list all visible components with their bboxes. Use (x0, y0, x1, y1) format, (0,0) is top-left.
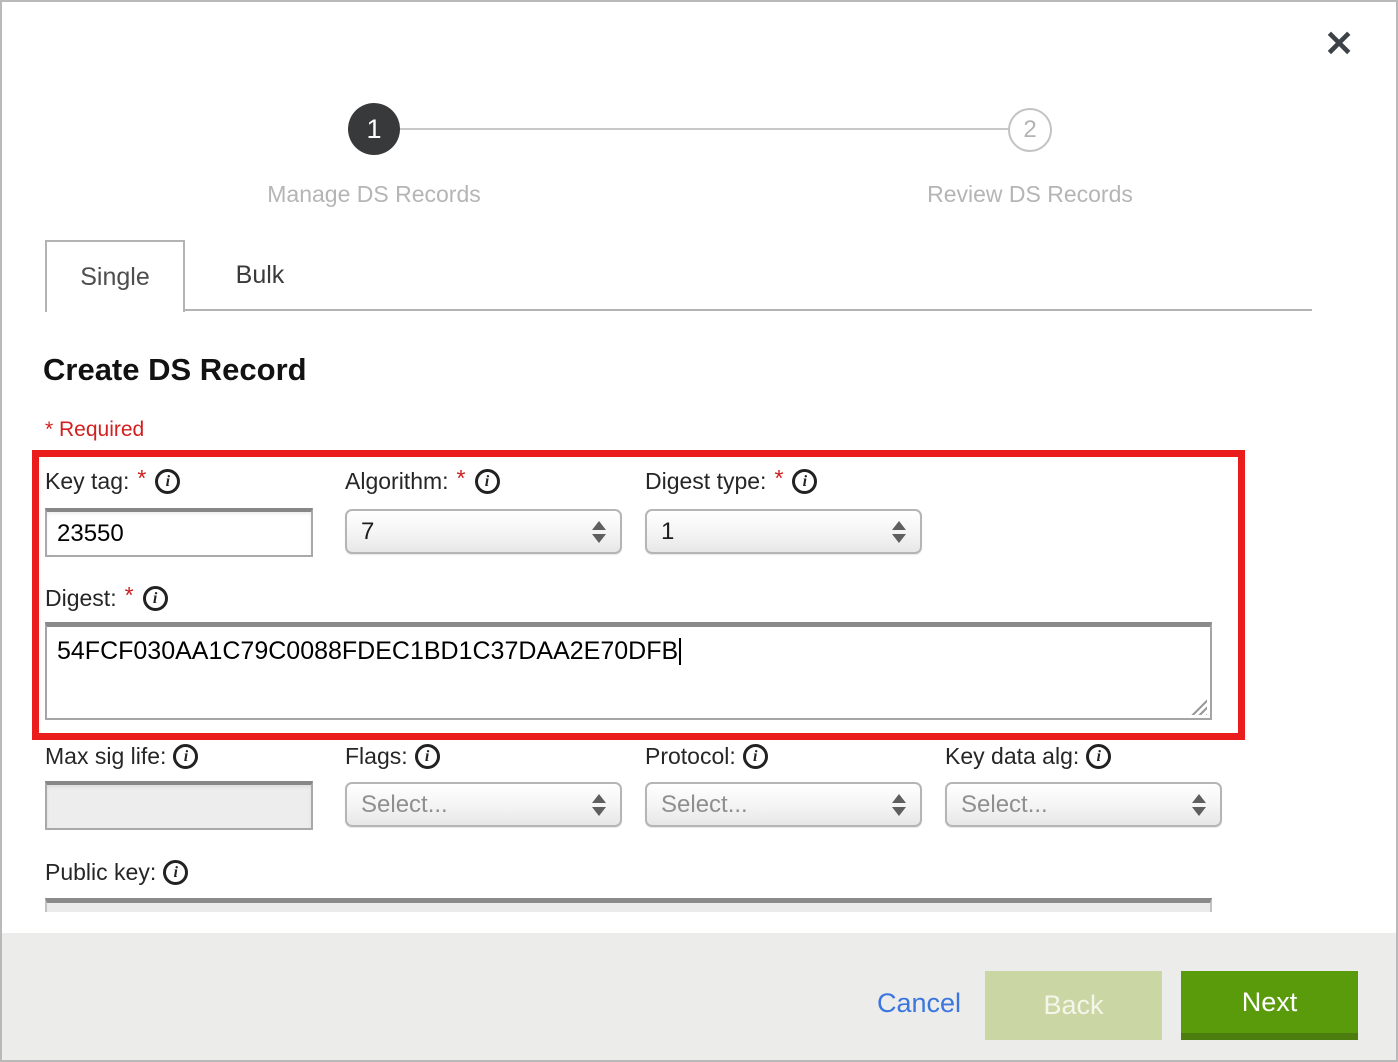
algorithm-select-value: 7 (361, 518, 592, 546)
algorithm-label-text: Algorithm: (345, 468, 449, 495)
info-icon[interactable]: i (1086, 744, 1111, 769)
select-spinner-icon (892, 794, 906, 816)
digest-type-label-text: Digest type: (645, 468, 766, 495)
key-tag-label: Key tag: * i (45, 468, 180, 495)
digest-value: 54FCF030AA1C79C0088FDEC1BD1C37DAA2E70DFB (57, 637, 678, 665)
digest-label-text: Digest: (45, 585, 117, 612)
step-2-label: Review DS Records (880, 181, 1180, 208)
key-data-alg-label: Key data alg: i (945, 743, 1111, 770)
protocol-label: Protocol: i (645, 743, 768, 770)
digest-type-select-value: 1 (661, 518, 892, 546)
info-icon-glyph: i (1097, 749, 1101, 765)
required-note: * Required (45, 418, 144, 442)
public-key-textarea[interactable] (45, 898, 1212, 912)
digest-label: Digest: * i (45, 585, 168, 612)
required-asterisk: * (457, 465, 466, 492)
info-icon-glyph: i (166, 474, 170, 490)
tab-bar-divider (185, 309, 1312, 311)
key-data-alg-select-value: Select... (961, 791, 1192, 819)
max-sig-life-label: Max sig life: i (45, 743, 198, 770)
info-icon-glyph: i (485, 474, 489, 490)
page-title: Create DS Record (43, 352, 307, 388)
public-key-label: Public key: i (45, 859, 188, 886)
algorithm-select[interactable]: 7 (345, 509, 622, 554)
flags-select-value: Select... (361, 791, 592, 819)
step-1-label: Manage DS Records (224, 181, 524, 208)
required-asterisk: * (125, 582, 134, 609)
key-tag-input[interactable] (45, 508, 313, 557)
info-icon-glyph: i (425, 749, 429, 765)
info-icon-glyph: i (153, 591, 157, 607)
digest-type-label: Digest type: * i (645, 468, 817, 495)
step-1-number: 1 (366, 114, 381, 145)
public-key-label-text: Public key: (45, 859, 156, 886)
info-icon[interactable]: i (143, 586, 168, 611)
back-button: Back (985, 971, 1162, 1040)
digest-textarea[interactable]: 54FCF030AA1C79C0088FDEC1BD1C37DAA2E70DFB (45, 622, 1212, 720)
info-icon[interactable]: i (743, 744, 768, 769)
tab-bulk-label: Bulk (236, 261, 285, 290)
stepper-step-1: 1 (348, 103, 400, 155)
select-spinner-icon (892, 521, 906, 543)
info-icon-glyph: i (753, 749, 757, 765)
required-asterisk: * (774, 465, 783, 492)
max-sig-life-label-text: Max sig life: (45, 743, 166, 770)
info-icon-glyph: i (184, 749, 188, 765)
step-2-number: 2 (1023, 116, 1036, 144)
tab-single-label: Single (80, 263, 150, 292)
info-icon-glyph: i (173, 865, 177, 881)
flags-select[interactable]: Select... (345, 782, 622, 827)
tab-single[interactable]: Single (45, 240, 185, 312)
required-asterisk: * (137, 465, 146, 492)
protocol-select-value: Select... (661, 791, 892, 819)
key-tag-label-text: Key tag: (45, 468, 129, 495)
select-spinner-icon (592, 521, 606, 543)
info-icon[interactable]: i (155, 469, 180, 494)
select-spinner-icon (592, 794, 606, 816)
key-data-alg-label-text: Key data alg: (945, 743, 1079, 770)
create-ds-record-dialog: ✕ 1 2 Manage DS Records Review DS Record… (0, 0, 1398, 1062)
text-caret (679, 638, 681, 665)
info-icon[interactable]: i (475, 469, 500, 494)
algorithm-label: Algorithm: * i (345, 468, 500, 495)
flags-label-text: Flags: (345, 743, 408, 770)
key-data-alg-select[interactable]: Select... (945, 782, 1222, 827)
tab-bulk[interactable]: Bulk (185, 240, 335, 310)
info-icon[interactable]: i (163, 860, 188, 885)
info-icon[interactable]: i (173, 744, 198, 769)
select-spinner-icon (1192, 794, 1206, 816)
info-icon[interactable]: i (415, 744, 440, 769)
info-icon[interactable]: i (792, 469, 817, 494)
stepper-connector-line (400, 128, 1008, 130)
protocol-label-text: Protocol: (645, 743, 736, 770)
close-icon[interactable]: ✕ (1324, 26, 1354, 62)
stepper-step-2: 2 (1008, 108, 1052, 152)
flags-label: Flags: i (345, 743, 440, 770)
next-button[interactable]: Next (1181, 971, 1358, 1040)
resize-grip-icon[interactable] (1190, 698, 1207, 715)
max-sig-life-input (45, 781, 313, 830)
info-icon-glyph: i (803, 474, 807, 490)
protocol-select[interactable]: Select... (645, 782, 922, 827)
cancel-button[interactable]: Cancel (877, 988, 961, 1019)
digest-type-select[interactable]: 1 (645, 509, 922, 554)
